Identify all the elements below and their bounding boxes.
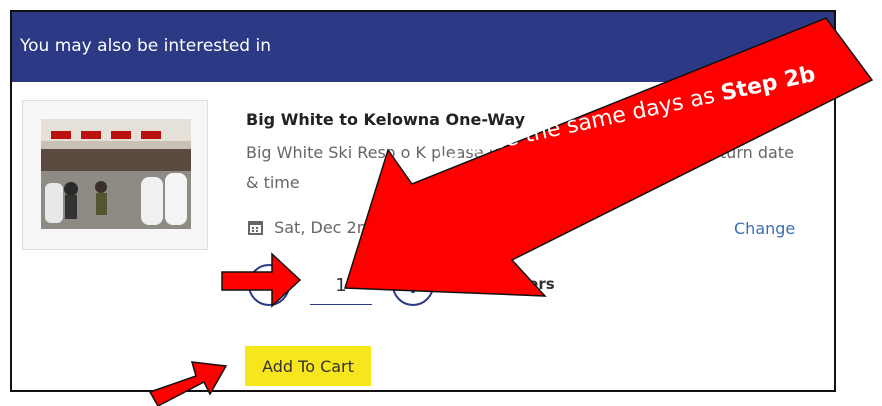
quantity-pointer-arrow [221, 252, 302, 308]
tutorial-annotation-overlay [148, 17, 874, 406]
large-pointer-arrow [343, 17, 874, 297]
cart-pointer-arrow [148, 361, 228, 406]
